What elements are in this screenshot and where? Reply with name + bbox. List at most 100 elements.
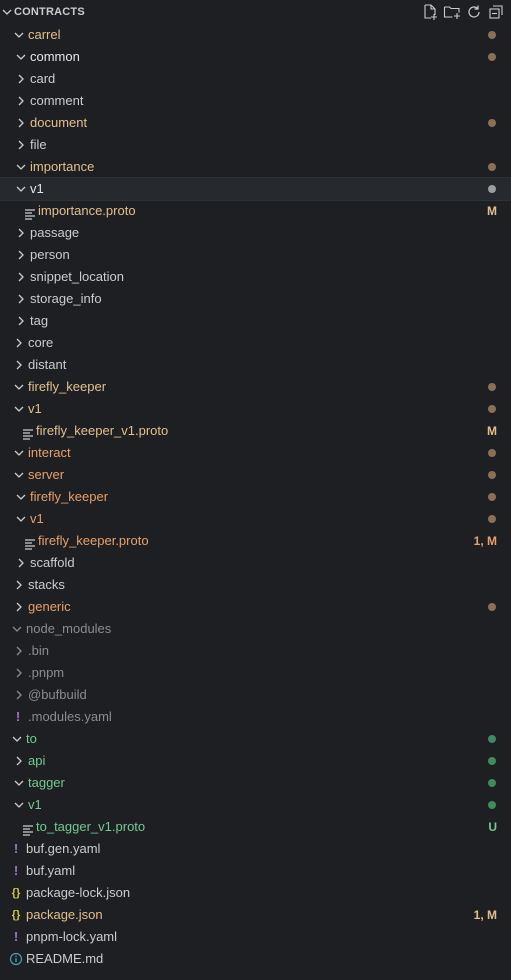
yaml-file-icon: ! [13,929,19,944]
folder-row[interactable]: .bin [0,640,511,662]
file-row[interactable]: ! pnpm-lock.yaml [0,926,511,948]
folder-row[interactable]: server [0,464,511,486]
folder-row[interactable]: common [0,46,511,68]
chevron-right-icon[interactable] [14,115,28,131]
chevron-right-icon[interactable] [12,753,26,769]
folder-row[interactable]: api [0,750,511,772]
chevron-down-icon[interactable] [12,467,26,483]
file-row[interactable]: ! buf.gen.yaml [0,838,511,860]
tree-item-label: .modules.yaml [28,709,112,724]
file-row[interactable]: ! buf.yaml [0,860,511,882]
chevron-right-icon[interactable] [12,687,26,703]
folder-row[interactable]: storage_info [0,288,511,310]
folder-row[interactable]: firefly_keeper [0,486,511,508]
chevron-right-icon[interactable] [12,335,26,351]
chevron-down-icon[interactable] [12,379,26,395]
chevron-right-icon[interactable] [14,269,28,285]
yaml-file-icon: ! [13,863,19,878]
folder-row[interactable]: tagger [0,772,511,794]
folder-row[interactable]: document [0,112,511,134]
file-row[interactable]: {} package-lock.json [0,882,511,904]
chevron-right-icon[interactable] [14,137,28,153]
status-dot [488,31,496,39]
folder-row[interactable]: core [0,332,511,354]
status-dot [488,119,496,127]
folder-row[interactable]: v1 [0,508,511,530]
tree-item-label: buf.yaml [26,863,76,878]
chevron-down-icon[interactable] [14,181,28,197]
tree-item-label: carrel [28,27,61,42]
folder-row[interactable]: v1 [0,177,511,201]
chevron-right-icon[interactable] [14,225,28,241]
folder-row[interactable]: scaffold [0,552,511,574]
explorer-header[interactable]: CONTRACTS [0,0,511,24]
chevron-down-icon[interactable] [10,621,24,637]
chevron-right-icon[interactable] [14,93,28,109]
folder-row[interactable]: interact [0,442,511,464]
folder-row[interactable]: firefly_keeper [0,376,511,398]
collapse-all-icon[interactable] [487,3,505,21]
chevron-down-icon[interactable] [14,489,28,505]
chevron-down-icon[interactable] [12,401,26,417]
status-dot [488,405,496,413]
file-row[interactable]: ! .modules.yaml [0,706,511,728]
chevron-right-icon[interactable] [12,643,26,659]
chevron-down-icon[interactable] [10,731,24,747]
new-folder-icon[interactable] [443,3,461,21]
file-row[interactable]: {} package.json 1, M [0,904,511,926]
chevron-right-icon[interactable] [14,291,28,307]
chevron-right-icon[interactable] [12,599,26,615]
file-row[interactable]: importance.proto M [0,200,511,222]
chevron-down-icon[interactable] [12,797,26,813]
file-row[interactable]: README.md [0,948,511,970]
new-file-icon[interactable] [421,3,439,21]
chevron-down-icon[interactable] [12,27,26,43]
chevron-down-icon[interactable] [14,49,28,65]
file-row[interactable]: to_tagger_v1.proto U [0,816,511,838]
chevron-down-icon[interactable] [14,511,28,527]
folder-row[interactable]: v1 [0,398,511,420]
tree-item-label: server [28,467,65,482]
file-row[interactable]: firefly_keeper_v1.proto M [0,420,511,442]
folder-row[interactable]: importance [0,156,511,178]
folder-row[interactable]: carrel [0,24,511,46]
chevron-down-icon[interactable] [12,445,26,461]
folder-row[interactable]: person [0,244,511,266]
folder-row[interactable]: stacks [0,574,511,596]
folder-row[interactable]: file [0,134,511,156]
folder-row[interactable]: @bufbuild [0,684,511,706]
json-file-icon: {} [11,887,21,899]
folder-row[interactable]: generic [0,596,511,618]
folder-row[interactable]: to [0,728,511,750]
tree-item-label: document [30,115,88,130]
chevron-right-icon[interactable] [14,71,28,87]
chevron-right-icon[interactable] [14,555,28,571]
chevron-down-icon[interactable] [0,4,14,20]
folder-row[interactable]: comment [0,90,511,112]
chevron-down-icon[interactable] [14,159,28,175]
folder-row[interactable]: passage [0,222,511,244]
refresh-icon[interactable] [465,3,483,21]
tree-item-label: firefly_keeper_v1.proto [36,423,169,438]
folder-row[interactable]: card [0,68,511,90]
chevron-down-icon[interactable] [12,775,26,791]
status-dot [488,53,496,61]
tree-item-label: firefly_keeper.proto [38,533,149,548]
folder-row[interactable]: snippet_location [0,266,511,288]
folder-row[interactable]: v1 [0,794,511,816]
chevron-right-icon[interactable] [14,313,28,329]
status-dot [488,449,496,457]
file-row[interactable]: firefly_keeper.proto 1, M [0,530,511,552]
tree-item-label: v1 [28,797,42,812]
chevron-right-icon[interactable] [12,357,26,373]
folder-row[interactable]: node_modules [0,618,511,640]
chevron-right-icon[interactable] [12,577,26,593]
tree-item-label: README.md [26,951,104,966]
chevron-right-icon[interactable] [14,247,28,263]
tree-item-label: package.json [26,907,103,922]
folder-row[interactable]: distant [0,354,511,376]
chevron-right-icon[interactable] [12,665,26,681]
proto-file-icon [24,535,36,550]
folder-row[interactable]: tag [0,310,511,332]
folder-row[interactable]: .pnpm [0,662,511,684]
